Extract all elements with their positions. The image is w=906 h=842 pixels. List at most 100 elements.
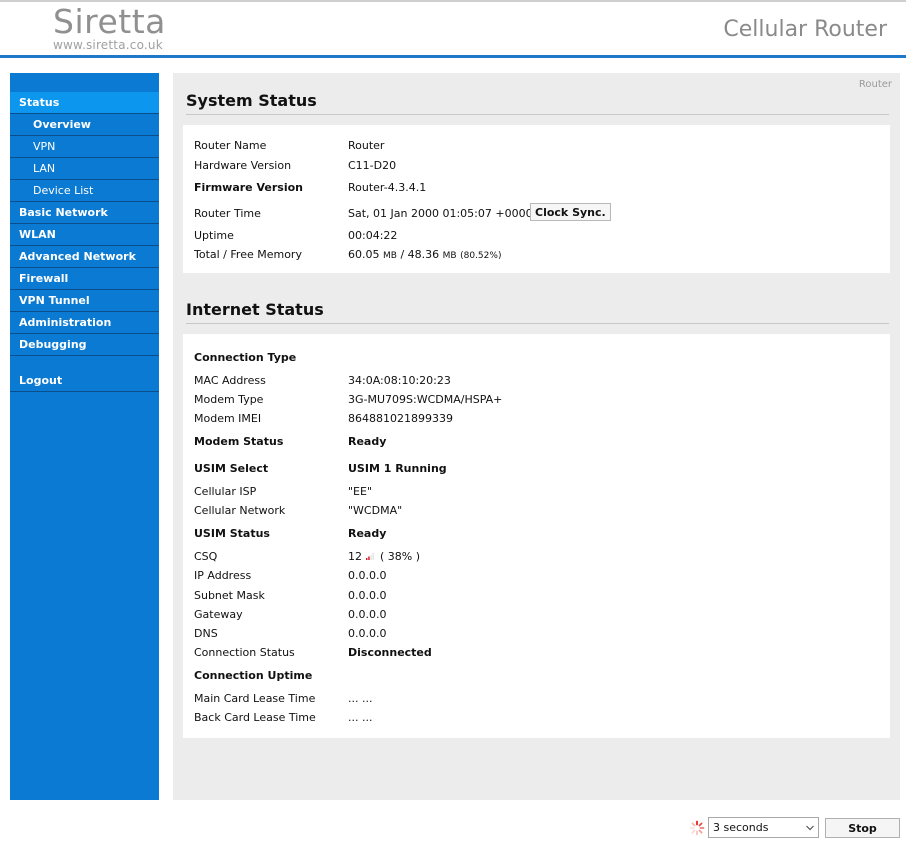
dns-value: 0.0.0.0 [348,627,387,640]
connection-status-row: Connection Status Disconnected [194,645,884,661]
sidebar-item-lan[interactable]: LAN [10,158,159,180]
sidebar-item-vpn[interactable]: VPN [10,136,159,158]
connection-uptime-row: Connection Uptime [194,668,884,684]
router-time-label: Router Time [194,207,261,220]
system-status-divider [186,114,889,115]
memory-value: 60.05 MB / 48.36 MB (80.52%) [348,247,501,264]
modem-imei-label: Modem IMEI [194,412,262,425]
memory-free: 48.36 [407,248,440,261]
sidebar-item-basic-network[interactable]: Basic Network [10,202,159,224]
connection-type-row: Connection Type [194,350,884,366]
dns-row: DNS 0.0.0.0 [194,626,884,642]
sidebar-item-status[interactable]: Status [10,92,159,114]
sidebar-item-debugging[interactable]: Debugging [10,334,159,356]
hardware-version-value: C11-D20 [348,159,397,172]
sidebar-item-logout[interactable]: Logout [10,370,159,392]
hardware-version-label: Hardware Version [194,159,292,172]
csq-row: CSQ 12 ( 38% ) [194,549,884,565]
sidebar-item-firewall[interactable]: Firewall [10,268,159,290]
logo-name: Siretta [53,2,166,41]
header: Siretta www.siretta.co.uk Cellular Route… [0,2,906,56]
router-time-row: Router Time Sat, 01 Jan 2000 01:05:07 +0… [194,203,884,222]
memory-row: Total / Free Memory 60.05 MB / 48.36 MB … [194,247,884,263]
main-content: Router System Status Router Name Router … [173,73,900,800]
modem-imei-row: Modem IMEI 864881021899339 [194,411,884,427]
subnet-mask-value: 0.0.0.0 [348,589,387,602]
csq-value: 12 [348,550,362,563]
memory-total-unit: MB [383,251,397,261]
gateway-label: Gateway [194,608,243,621]
product-title: Cellular Router [723,17,887,42]
uptime-label: Uptime [194,229,234,242]
sidebar-spacer [10,356,159,370]
connection-status-label: Connection Status [194,646,295,659]
csq-label: CSQ [194,550,218,563]
cellular-network-row: Cellular Network "WCDMA" [194,503,884,519]
loading-spinner-icon [689,820,705,836]
mac-address-row: MAC Address 34:0A:08:10:20:23 [194,373,884,389]
sidebar-item-vpn-tunnel[interactable]: VPN Tunnel [10,290,159,312]
cellular-isp-row: Cellular ISP "EE" [194,484,884,500]
internet-status-title: Internet Status [186,300,324,319]
connection-type-label: Connection Type [194,351,297,364]
modem-type-value: 3G-MU709S:WCDMA/HSPA+ [348,393,503,406]
router-time-value: Sat, 01 Jan 2000 01:05:07 +0000 [348,207,533,220]
system-status-title: System Status [186,91,317,110]
sidebar-item-administration[interactable]: Administration [10,312,159,334]
memory-free-unit: MB [442,251,457,261]
internet-status-divider [186,323,889,324]
router-name-label: Router Name [194,139,267,152]
gateway-row: Gateway 0.0.0.0 [194,607,884,623]
sidebar-item-overview[interactable]: Overview [10,114,159,136]
cellular-network-value: "WCDMA" [348,504,403,517]
subnet-mask-row: Subnet Mask 0.0.0.0 [194,588,884,604]
main-card-lease-row: Main Card Lease Time ... ... [194,691,884,707]
memory-total: 60.05 [348,248,380,261]
router-name-row: Router Name Router [194,138,884,154]
clock-sync-button[interactable]: Clock Sync. [530,203,611,221]
connection-uptime-label: Connection Uptime [194,669,313,682]
csq-percent: ( 38% ) [380,550,421,563]
memory-percent: (80.52%) [460,251,502,261]
modem-status-label: Modem Status [194,435,284,448]
cellular-network-label: Cellular Network [194,504,286,517]
refresh-interval-select[interactable]: 3 seconds [708,817,819,838]
dns-label: DNS [194,627,218,640]
sidebar-menu: Status Overview VPN LAN Device List Basi… [10,92,159,392]
mac-address-value: 34:0A:08:10:20:23 [348,374,451,387]
memory-separator: / [396,248,408,261]
sidebar-item-device-list[interactable]: Device List [10,180,159,202]
mac-address-label: MAC Address [194,374,266,387]
modem-status-value: Ready [348,435,387,448]
back-card-lease-value: ... ... [348,711,373,724]
cellular-isp-value: "EE" [348,485,373,498]
connection-status-value: Disconnected [348,646,432,659]
firmware-version-row: Firmware Version Router-4.3.4.1 [194,180,884,196]
modem-status-row: Modem Status Ready [194,434,884,450]
router-name-value: Router [348,139,385,152]
usim-status-value: Ready [348,527,387,540]
sidebar-item-wlan[interactable]: WLAN [10,224,159,246]
ip-address-label: IP Address [194,569,252,582]
usim-status-row: USIM Status Ready [194,526,884,542]
breadcrumb: Router [858,79,892,90]
system-status-panel: Router Name Router Hardware Version C11-… [183,125,890,273]
firmware-version-label: Firmware Version [194,181,303,194]
subnet-mask-label: Subnet Mask [194,589,265,602]
modem-imei-value: 864881021899339 [348,412,453,425]
cellular-isp-label: Cellular ISP [194,485,257,498]
sidebar-item-advanced-network[interactable]: Advanced Network [10,246,159,268]
signal-bars-icon [366,553,374,560]
ip-address-value: 0.0.0.0 [348,569,387,582]
usim-status-label: USIM Status [194,527,270,540]
gateway-value: 0.0.0.0 [348,608,387,621]
back-card-lease-label: Back Card Lease Time [194,711,316,724]
usim-select-label: USIM Select [194,462,269,475]
hardware-version-row: Hardware Version C11-D20 [194,158,884,174]
siretta-logo[interactable]: Siretta www.siretta.co.uk [53,2,166,52]
usim-select-row: USIM Select USIM 1 Running [194,461,884,477]
main-card-lease-value: ... ... [348,692,373,705]
modem-type-label: Modem Type [194,393,264,406]
logo-url: www.siretta.co.uk [53,38,163,52]
stop-button[interactable]: Stop [825,818,900,838]
